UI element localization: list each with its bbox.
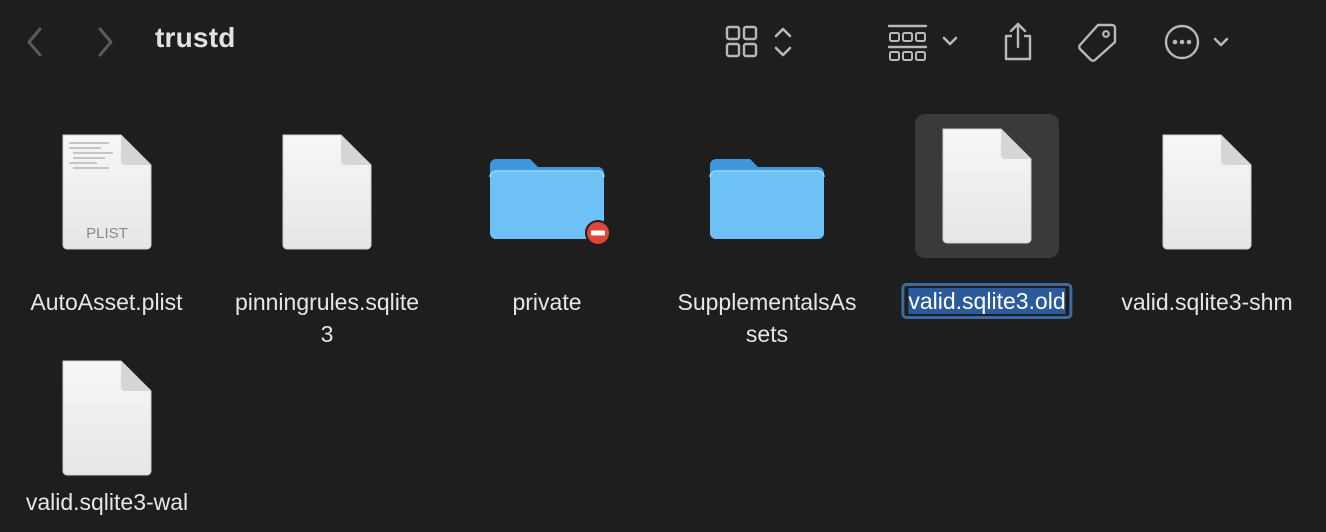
folder-item-private[interactable]: private	[437, 110, 657, 315]
ellipsis-circle-icon	[1164, 24, 1229, 60]
document-file-icon	[942, 128, 1032, 244]
share-icon	[1004, 22, 1032, 61]
file-item-pinningrules[interactable]: pinningrules.sqlite3	[217, 110, 437, 347]
folder-name-label: private	[512, 289, 582, 315]
no-access-badge-icon	[585, 220, 611, 246]
tag-icon	[1078, 23, 1117, 62]
file-item-valid-sqlite3-old[interactable]: valid.sqlite3.old	[877, 110, 1097, 319]
plist-file-icon: PLIST	[62, 134, 152, 250]
file-item-valid-sqlite3-shm[interactable]: valid.sqlite3-shm	[1097, 110, 1317, 315]
document-file-icon	[282, 134, 372, 250]
toolbar: trustd	[0, 0, 1326, 84]
file-name-label: valid.sqlite3-wal	[25, 489, 189, 515]
tag-button[interactable]	[1074, 20, 1120, 64]
file-grid: PLIST AutoAsset.plist pinningrules.sqlit…	[0, 84, 1326, 532]
rename-field[interactable]: valid.sqlite3.old	[901, 283, 1073, 319]
document-file-icon	[62, 360, 152, 476]
group-by-button[interactable]	[884, 22, 962, 62]
selection-highlight	[915, 114, 1059, 258]
icon-grid-view-icon	[725, 25, 792, 58]
chevron-left-icon	[27, 27, 42, 57]
file-name-label: valid.sqlite3-shm	[1121, 289, 1293, 315]
more-actions-button[interactable]	[1160, 20, 1234, 64]
forward-button[interactable]	[88, 22, 122, 62]
group-by-icon	[887, 24, 958, 61]
share-button[interactable]	[998, 20, 1038, 64]
file-name-label: AutoAsset.plist	[30, 289, 183, 315]
chevron-right-icon	[98, 27, 113, 57]
file-name-label: pinningrules.sqlite3	[234, 289, 420, 347]
document-file-icon	[1162, 134, 1252, 250]
file-item-autoasset-plist[interactable]: PLIST AutoAsset.plist	[0, 110, 217, 315]
folder-icon	[489, 159, 611, 246]
folder-name-label: SupplementalsAssets	[677, 289, 857, 347]
view-mode-button[interactable]	[722, 22, 798, 62]
folder-icon	[709, 159, 825, 239]
file-item-valid-sqlite3-wal[interactable]: valid.sqlite3-wal	[0, 336, 217, 532]
back-button[interactable]	[18, 22, 52, 62]
window-title: trustd	[155, 22, 236, 53]
folder-item-supplementalsassets[interactable]: SupplementalsAssets	[657, 110, 877, 347]
svg-text:PLIST: PLIST	[86, 225, 128, 242]
